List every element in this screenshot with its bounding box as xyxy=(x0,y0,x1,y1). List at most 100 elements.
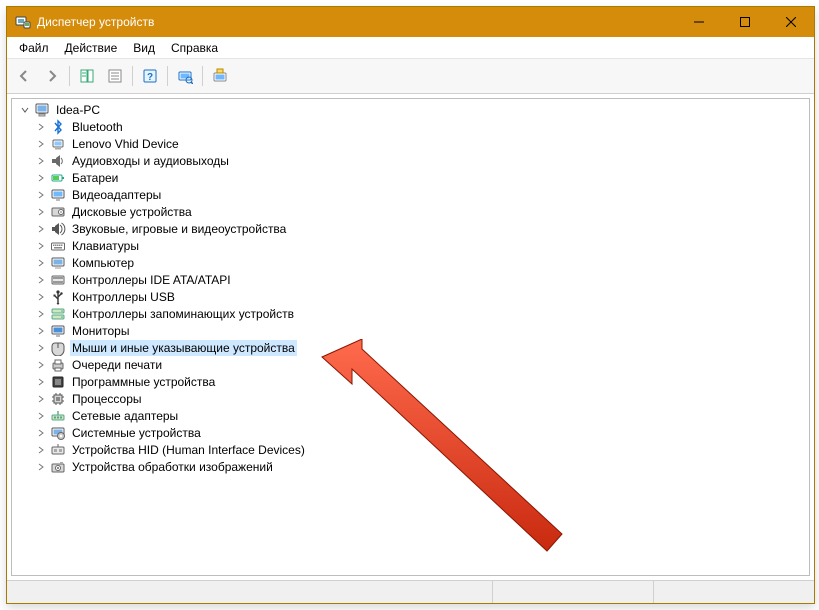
menubar: Файл Действие Вид Справка xyxy=(7,37,814,59)
category-label: Видеоадаптеры xyxy=(70,187,163,203)
expander-icon[interactable] xyxy=(34,392,48,406)
expander-icon[interactable] xyxy=(34,426,48,440)
display-icon xyxy=(50,187,66,203)
expander-icon[interactable] xyxy=(34,358,48,372)
category-label: Мыши и иные указывающие устройства xyxy=(70,340,297,356)
device-category[interactable]: Батареи xyxy=(34,169,809,186)
category-label: Контроллеры IDE ATA/ATAPI xyxy=(70,272,233,288)
device-category[interactable]: Сетевые адаптеры xyxy=(34,407,809,424)
mouse-icon xyxy=(50,340,66,356)
expander-icon[interactable] xyxy=(34,290,48,304)
category-label: Батареи xyxy=(70,170,120,186)
device-category[interactable]: Lenovo Vhid Device xyxy=(34,135,809,152)
update-driver-button[interactable] xyxy=(207,63,233,89)
expander-icon[interactable] xyxy=(34,460,48,474)
menu-file[interactable]: Файл xyxy=(11,39,57,57)
toolbar-separator xyxy=(167,66,168,86)
system-icon xyxy=(50,425,66,441)
menu-help[interactable]: Справка xyxy=(163,39,226,57)
network-icon xyxy=(50,408,66,424)
device-category[interactable]: Звуковые, игровые и видеоустройства xyxy=(34,220,809,237)
expander-icon[interactable] xyxy=(34,273,48,287)
expander-icon[interactable] xyxy=(34,137,48,151)
help-toolbar-button[interactable]: ? xyxy=(137,63,163,89)
storage-icon xyxy=(50,306,66,322)
menu-action[interactable]: Действие xyxy=(57,39,126,57)
expander-icon[interactable] xyxy=(34,120,48,134)
category-label: Дисковые устройства xyxy=(70,204,194,220)
category-label: Программные устройства xyxy=(70,374,217,390)
scan-hardware-button[interactable] xyxy=(172,63,198,89)
software-icon xyxy=(50,374,66,390)
statusbar xyxy=(7,580,814,603)
computer-icon xyxy=(34,102,50,118)
nav-forward-button[interactable] xyxy=(39,63,65,89)
monitor-icon xyxy=(50,323,66,339)
properties-toolbar-button[interactable] xyxy=(102,63,128,89)
keyboard-icon xyxy=(50,238,66,254)
window-title: Диспетчер устройств xyxy=(37,15,154,29)
expander-icon[interactable] xyxy=(34,375,48,389)
close-button[interactable] xyxy=(768,7,814,37)
category-label: Контроллеры USB xyxy=(70,289,177,305)
device-category[interactable]: Мыши и иные указывающие устройства xyxy=(34,339,809,356)
expander-icon[interactable] xyxy=(34,239,48,253)
device-category[interactable]: Видеоадаптеры xyxy=(34,186,809,203)
expander-icon[interactable] xyxy=(34,188,48,202)
device-category[interactable]: Аудиовходы и аудиовыходы xyxy=(34,152,809,169)
imaging-icon xyxy=(50,459,66,475)
root-node[interactable]: Idea-PC xyxy=(16,101,809,118)
category-label: Процессоры xyxy=(70,391,144,407)
svg-text:?: ? xyxy=(147,72,153,83)
computer-icon xyxy=(50,255,66,271)
category-label: Bluetooth xyxy=(70,119,125,135)
device-category[interactable]: Контроллеры USB xyxy=(34,288,809,305)
expander-icon[interactable] xyxy=(34,341,48,355)
device-category[interactable]: Контроллеры запоминающих устройств xyxy=(34,305,809,322)
device-tree-panel[interactable]: Idea-PC BluetoothLenovo Vhid DeviceАудио… xyxy=(11,98,810,576)
printqueue-icon xyxy=(50,357,66,373)
status-pane xyxy=(492,581,653,603)
category-label: Компьютер xyxy=(70,255,136,271)
expander-icon[interactable] xyxy=(34,307,48,321)
device-category[interactable]: Системные устройства xyxy=(34,424,809,441)
device-category[interactable]: Компьютер xyxy=(34,254,809,271)
expander-icon[interactable] xyxy=(34,171,48,185)
device-category[interactable]: Процессоры xyxy=(34,390,809,407)
category-label: Аудиовходы и аудиовыходы xyxy=(70,153,231,169)
minimize-button[interactable] xyxy=(676,7,722,37)
nav-back-button[interactable] xyxy=(11,63,37,89)
maximize-button[interactable] xyxy=(722,7,768,37)
category-label: Контроллеры запоминающих устройств xyxy=(70,306,296,322)
expander-icon[interactable] xyxy=(34,222,48,236)
expander-icon[interactable] xyxy=(34,256,48,270)
expander-icon[interactable] xyxy=(34,409,48,423)
expander-icon[interactable] xyxy=(34,443,48,457)
expander-icon[interactable] xyxy=(34,324,48,338)
device-category[interactable]: Устройства обработки изображений xyxy=(34,458,809,475)
category-label: Звуковые, игровые и видеоустройства xyxy=(70,221,288,237)
toolbar-separator xyxy=(202,66,203,86)
sound-icon xyxy=(50,221,66,237)
cpu-icon xyxy=(50,391,66,407)
device-category[interactable]: Bluetooth xyxy=(34,118,809,135)
menu-view[interactable]: Вид xyxy=(125,39,163,57)
device-manager-window: Диспетчер устройств Файл Действие Вид Сп… xyxy=(6,6,815,604)
expander-icon[interactable] xyxy=(18,103,32,117)
device-category[interactable]: Программные устройства xyxy=(34,373,809,390)
ide-icon xyxy=(50,272,66,288)
device-category[interactable]: Клавиатуры xyxy=(34,237,809,254)
device-tree: Idea-PC BluetoothLenovo Vhid DeviceАудио… xyxy=(12,99,809,477)
category-label: Устройства обработки изображений xyxy=(70,459,275,475)
device-category[interactable]: Устройства HID (Human Interface Devices) xyxy=(34,441,809,458)
device-category[interactable]: Мониторы xyxy=(34,322,809,339)
category-label: Мониторы xyxy=(70,323,131,339)
expander-icon[interactable] xyxy=(34,154,48,168)
device-category[interactable]: Контроллеры IDE ATA/ATAPI xyxy=(34,271,809,288)
device-category[interactable]: Очереди печати xyxy=(34,356,809,373)
expander-icon[interactable] xyxy=(34,205,48,219)
hid-icon xyxy=(50,442,66,458)
lenovo-icon xyxy=(50,136,66,152)
show-hidden-button[interactable] xyxy=(74,63,100,89)
device-category[interactable]: Дисковые устройства xyxy=(34,203,809,220)
